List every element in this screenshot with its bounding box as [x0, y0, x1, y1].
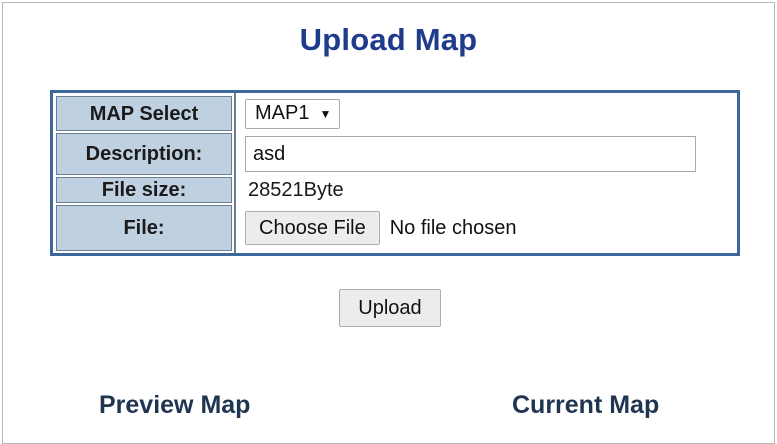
upload-form-table: MAP Select MAP1 ▼ Description: asd File … [50, 90, 740, 256]
map-select-label: MAP Select [56, 96, 232, 131]
map-select-value: MAP1 [255, 102, 310, 124]
file-size-row: File size: 28521Byte [53, 177, 737, 203]
file-row: File: Choose File No file chosen [53, 205, 737, 251]
upload-button[interactable]: Upload [339, 289, 441, 327]
page-title: Upload Map [299, 22, 478, 57]
description-cell: asd [245, 133, 696, 175]
choose-file-button[interactable]: Choose File [245, 211, 380, 245]
map-select-cell: MAP1 ▼ [245, 96, 341, 131]
map-select-dropdown[interactable]: MAP1 ▼ [245, 98, 341, 129]
description-input[interactable]: asd [245, 136, 696, 172]
dropdown-arrow-icon: ▼ [319, 106, 332, 121]
file-size-label: File size: [56, 177, 232, 203]
file-cell: Choose File No file chosen [245, 205, 516, 251]
file-size-value: 28521Byte [248, 178, 344, 201]
preview-map-title: Preview Map [99, 391, 251, 419]
current-map-title: Current Map [512, 391, 660, 419]
file-size-cell: 28521Byte [248, 177, 344, 203]
map-select-row: MAP Select MAP1 ▼ [53, 96, 737, 131]
file-label: File: [56, 205, 232, 251]
description-label: Description: [56, 133, 232, 175]
file-status-text: No file chosen [389, 216, 517, 239]
description-row: Description: asd [53, 133, 737, 175]
